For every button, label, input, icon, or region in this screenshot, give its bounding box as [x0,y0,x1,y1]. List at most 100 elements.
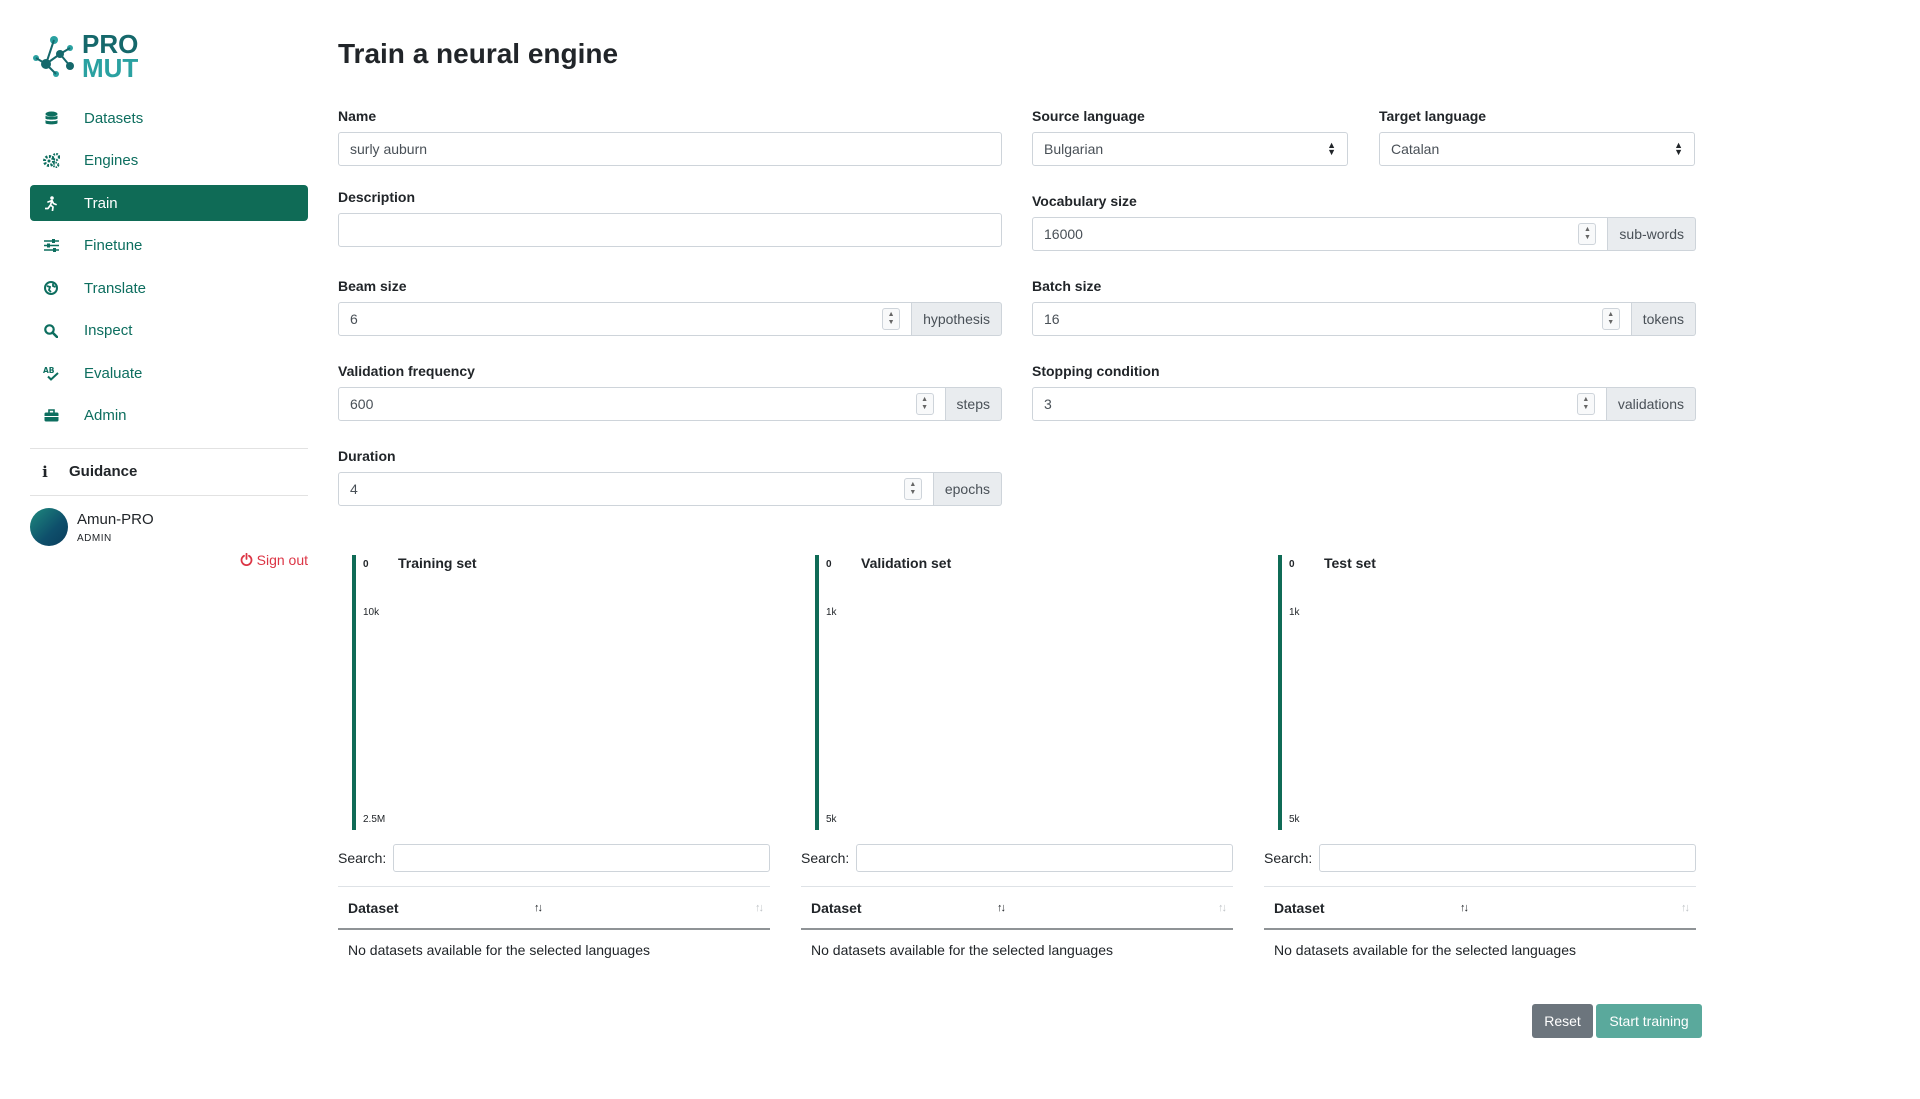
duration-label: Duration [338,448,396,464]
sidebar-item-label: Inspect [84,322,133,339]
sidebar-item-datasets[interactable]: Datasets [30,100,308,136]
spinner-icon[interactable]: ▲ ▼ [1601,308,1620,330]
toolbox-icon [42,407,60,425]
vocabulary-size-input[interactable]: 16000 ▲ ▼ [1032,217,1609,251]
stopping-condition-group: 3 ▲ ▼ validations [1032,387,1696,421]
name-input[interactable]: surly auburn [338,132,1002,166]
chart-tick: 0 [826,559,832,570]
logo[interactable]: PRO MUT [30,30,308,82]
stopping-condition-input[interactable]: 3 ▲ ▼ [1032,387,1607,421]
search-row: Search: [338,844,770,872]
sidebar-item-admin[interactable]: Admin [30,398,308,434]
validation-frequency-input[interactable]: 600 ▲ ▼ [338,387,946,421]
sidebar-item-inspect[interactable]: Inspect [30,313,308,349]
description-label: Description [338,189,416,205]
user-card: Amun-PRO ADMIN [30,507,308,546]
validation-frequency-label: Validation frequency [338,363,475,379]
datasets-table: Dataset ↑↓ ↑↓ No datasets available for … [1264,886,1696,970]
logo-line2: MUT [82,53,139,83]
target-language-value: Catalan [1391,141,1440,157]
table-header[interactable]: Dataset ↑↓ ↑↓ [338,887,770,930]
chart-tick: 1k [1289,607,1300,618]
source-language-value: Bulgarian [1044,141,1104,157]
beam-size-field: Beam size 6 ▲ ▼ hypothesis [338,278,1002,336]
select-caret-icon: ▲ ▼ [1674,140,1683,157]
sign-out-link[interactable]: Sign out [30,552,308,568]
table-header[interactable]: Dataset ↑↓ ↑↓ [801,887,1233,930]
duration-input[interactable]: 4 ▲ ▼ [338,472,934,506]
validation-set-panel: 0 1k 5k Validation set Search: Dataset ↑… [801,555,1233,970]
training-set-panel: 0 10k 2.5M Training set Search: Dataset … [338,555,770,970]
sort-icon[interactable]: ↑↓ [755,902,764,914]
sort-icon[interactable]: ↑↓ [534,902,543,914]
table-empty-row: No datasets available for the selected l… [811,942,1113,958]
search-icon [42,322,60,340]
sort-icon[interactable]: ↑↓ [1681,902,1690,914]
user-name: Amun-PRO [77,510,154,528]
start-training-button[interactable]: Start training [1596,1004,1702,1038]
sidebar-item-label: Evaluate [84,364,143,382]
sort-icon[interactable]: ↑↓ [1218,902,1227,914]
spinner-icon[interactable]: ▲ ▼ [915,393,934,415]
column-header-dataset[interactable]: Dataset [811,900,862,916]
sidebar-item-engines[interactable]: Engines [30,143,308,179]
vocabulary-size-group: 16000 ▲ ▼ sub-words [1032,217,1696,251]
beam-size-label: Beam size [338,278,407,294]
chart-tick: 10k [363,607,380,618]
spinner-icon[interactable]: ▲ ▼ [882,308,901,330]
batch-size-field: Batch size 16 ▲ ▼ tokens [1032,278,1696,336]
sidebar-item-translate[interactable]: Translate [30,270,308,306]
batch-size-value: 16 [1044,311,1060,327]
duration-group: 4 ▲ ▼ epochs [338,472,1002,506]
page-title: Train a neural engine [338,38,619,69]
svg-text:AB: AB [43,366,55,375]
stopping-condition-field: Stopping condition 3 ▲ ▼ validations [1032,363,1696,421]
spinner-icon[interactable]: ▲ ▼ [903,478,922,500]
column-header-dataset[interactable]: Dataset [348,900,399,916]
database-icon [42,109,60,127]
sidebar-divider [30,494,308,496]
sidebar-item-train[interactable]: Train [30,185,308,221]
test-set-chart: 0 1k 5k Test set [1264,555,1696,830]
beam-size-input[interactable]: 6 ▲ ▼ [338,302,913,336]
chart-axis [352,555,356,830]
sidebar: PRO MUT Datasets Engines Train Finetune … [30,30,308,568]
search-label: Search: [338,850,387,866]
sidebar-item-evaluate[interactable]: AB Evaluate [30,355,308,391]
training-set-chart: 0 10k 2.5M Training set [338,555,770,830]
vocabulary-size-unit: sub-words [1608,217,1696,251]
description-input[interactable] [338,213,1002,247]
running-icon [42,194,60,212]
search-input[interactable] [393,844,770,872]
source-language-label: Source language [1032,108,1145,124]
logo-text: PRO MUT [82,31,139,83]
sidebar-item-finetune[interactable]: Finetune [30,228,308,264]
column-header-dataset[interactable]: Dataset [1274,900,1325,916]
spinner-icon[interactable]: ▲ ▼ [1578,223,1597,245]
sidebar-item-label: Finetune [84,237,143,254]
sort-icon[interactable]: ↑↓ [997,902,1006,914]
table-header[interactable]: Dataset ↑↓ ↑↓ [1264,887,1696,930]
search-input[interactable] [1319,844,1696,872]
info-icon: i [42,462,48,481]
search-input[interactable] [856,844,1233,872]
batch-size-group: 16 ▲ ▼ tokens [1032,302,1696,336]
guidance-link[interactable]: i Guidance [30,449,308,495]
sidebar-item-label: Train [84,194,118,212]
batch-size-input[interactable]: 16 ▲ ▼ [1032,302,1632,336]
beam-size-group: 6 ▲ ▼ hypothesis [338,302,1002,336]
chart-tick: 0 [1289,559,1295,570]
sort-icon[interactable]: ↑↓ [1460,902,1469,914]
target-language-label: Target language [1379,108,1487,124]
target-language-select[interactable]: Catalan ▲ ▼ [1379,132,1695,166]
search-label: Search: [1264,850,1313,866]
source-language-select[interactable]: Bulgarian ▲ ▼ [1032,132,1348,166]
spinner-icon[interactable]: ▲ ▼ [1576,393,1595,415]
datasets-table: Dataset ↑↓ ↑↓ No datasets available for … [338,886,770,970]
description-field: Description [338,189,1002,247]
avatar[interactable] [30,507,68,546]
sliders-icon [42,237,60,255]
reset-button[interactable]: Reset [1532,1004,1593,1038]
chart-tick: 2.5M [363,814,386,825]
sidebar-item-label: Datasets [84,109,144,127]
